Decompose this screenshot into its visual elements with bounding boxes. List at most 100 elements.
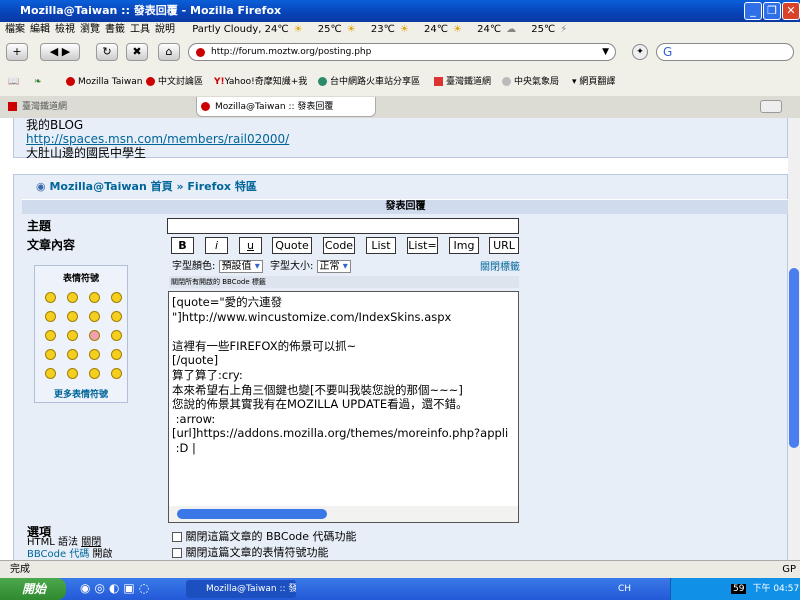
bookmark-item[interactable]: Mozilla Taiwan xyxy=(66,68,142,96)
close-button[interactable]: ✕ xyxy=(782,2,800,20)
stop-icon[interactable]: ✖ xyxy=(126,43,148,61)
reload-icon[interactable]: ↻ xyxy=(96,43,118,61)
horizontal-scrollbar[interactable] xyxy=(169,506,518,522)
smiley-icon[interactable] xyxy=(45,349,56,360)
smiley-icon[interactable] xyxy=(111,330,122,341)
smiley-icon[interactable] xyxy=(89,349,100,360)
code-button[interactable]: Code xyxy=(323,237,355,254)
smiley-icon[interactable] xyxy=(67,330,78,341)
smiley-icon[interactable] xyxy=(45,311,56,322)
status-extension[interactable]: GP xyxy=(782,561,796,578)
list-button[interactable]: List xyxy=(366,237,396,254)
post-text: 大肚山邊的國民中學生 xyxy=(26,146,147,160)
message-textarea[interactable]: [quote="愛的六連發 "]http://www.wincustomize.… xyxy=(168,291,519,523)
weather-today[interactable]: Partly Cloudy, 24℃ xyxy=(192,24,288,35)
smiley-icon[interactable] xyxy=(89,311,100,322)
checkbox[interactable] xyxy=(172,532,182,542)
checkbox[interactable] xyxy=(172,548,182,558)
smiley-icon[interactable] xyxy=(111,311,122,322)
quote-button[interactable]: Quote xyxy=(272,237,312,254)
menu-bookmarks[interactable]: 書籤 xyxy=(105,24,125,35)
ordered-list-button[interactable]: List= xyxy=(407,237,438,254)
language-indicator[interactable]: CH xyxy=(618,578,631,600)
subject-input[interactable] xyxy=(167,218,519,234)
sun-icon: ☀ xyxy=(293,24,303,35)
bookmark-item[interactable]: Y!Yahoo!奇摩知識+我 xyxy=(214,68,307,96)
blog-link[interactable]: http://spaces.msn.com/members/rail02000/ xyxy=(26,132,775,146)
weather-day[interactable]: 23℃ xyxy=(371,24,395,35)
taskbar-firefox-window[interactable]: Mozilla@Taiwan :: 發... xyxy=(186,580,296,598)
smiley-icon[interactable] xyxy=(45,292,56,303)
menu-tools[interactable]: 工具 xyxy=(130,24,150,35)
breadcrumb-section[interactable]: Firefox 特區 xyxy=(187,180,256,193)
smiley-icon[interactable] xyxy=(111,349,122,360)
smiley-icon[interactable] xyxy=(45,330,56,341)
previous-post: 我的BLOG http://spaces.msn.com/members/rai… xyxy=(13,118,788,160)
bookmark-item[interactable]: 臺灣鐵道網 xyxy=(434,68,491,96)
breadcrumb: ◉ Mozilla@Taiwan 首頁 » Firefox 特區 xyxy=(36,180,257,193)
scrollbar-thumb[interactable] xyxy=(177,509,327,519)
tray-badge[interactable]: 59 xyxy=(731,584,747,594)
back-forward-icon[interactable]: ◀ ▶ xyxy=(40,43,80,61)
menu-edit[interactable]: 編輯 xyxy=(30,24,50,35)
status-bar: 完成 GP xyxy=(0,560,800,578)
font-size-select[interactable]: 正常 ▾ xyxy=(316,260,351,273)
smiley-icon[interactable] xyxy=(67,311,78,322)
scrollbar-thumb[interactable] xyxy=(789,268,799,448)
smiley-icon[interactable] xyxy=(89,368,100,379)
bookmark-item[interactable]: 中央氣象局 xyxy=(502,68,559,96)
smiley-icon[interactable] xyxy=(111,292,122,303)
smiley-icon[interactable] xyxy=(89,330,100,341)
url-bar[interactable]: http://forum.moztw.org/posting.php ▼ xyxy=(188,43,616,61)
option-disable-bbcode[interactable]: 關閉這篇文章的 BBCode 代碼功能 xyxy=(172,528,357,544)
weather-day[interactable]: 24℃ xyxy=(477,24,501,35)
menu-view[interactable]: 檢視 xyxy=(55,24,75,35)
weather-day[interactable]: 25℃ xyxy=(531,24,555,35)
html-status: HTML 語法 關閉 xyxy=(27,537,102,548)
quick-launch-icons[interactable]: ◉◎◐▣◌ xyxy=(80,581,153,595)
home-icon[interactable]: ⌂ xyxy=(158,43,180,61)
sun-icon: ☀ xyxy=(346,24,356,35)
breadcrumb-home[interactable]: Mozilla@Taiwan 首頁 xyxy=(49,180,172,193)
clock: 下午 04:57 xyxy=(752,584,800,594)
search-input[interactable]: G xyxy=(656,43,794,61)
italic-button[interactable]: i xyxy=(205,237,228,254)
menu-bar: 檔案 編輯 檢視 瀏覽 書籤 工具 說明 Partly Cloudy, 24℃ ☀ 25℃ ☀ … xyxy=(0,22,800,38)
bookmark-item[interactable]: 中文討論區 xyxy=(146,68,203,96)
weather-day[interactable]: 24℃ xyxy=(424,24,448,35)
leaf-icon[interactable]: ❧ xyxy=(34,68,42,96)
maximize-button[interactable]: ❐ xyxy=(763,2,781,20)
smiley-icon[interactable] xyxy=(111,368,122,379)
img-button[interactable]: Img xyxy=(449,237,479,254)
search-engine-icon[interactable]: ✦ xyxy=(632,44,648,60)
new-tab-icon[interactable]: + xyxy=(6,43,28,61)
minimize-button[interactable]: _ xyxy=(744,2,762,20)
underline-button[interactable]: u xyxy=(239,237,262,254)
bold-button[interactable]: B xyxy=(171,237,194,254)
bookmarks-sidebar-icon[interactable]: 📖 xyxy=(8,68,19,96)
bookmark-item[interactable]: ▾ 網頁翻譯 xyxy=(572,68,615,96)
font-color-label: 字型顏色: xyxy=(172,261,216,272)
smiley-icon[interactable] xyxy=(67,368,78,379)
close-tags-link[interactable]: 關閉標籤 xyxy=(480,258,520,273)
body-label: 文章內容 xyxy=(27,238,76,252)
tab-railway[interactable]: 臺灣鐵道網 xyxy=(4,97,194,117)
smiley-icon[interactable] xyxy=(67,292,78,303)
menu-go[interactable]: 瀏覽 xyxy=(80,24,100,35)
weather-day[interactable]: 25℃ xyxy=(318,24,342,35)
font-color-select[interactable]: 預設值 ▾ xyxy=(218,260,263,273)
menu-help[interactable]: 說明 xyxy=(155,24,175,35)
smiley-icon[interactable] xyxy=(89,292,100,303)
url-button[interactable]: URL xyxy=(489,237,519,254)
tab-close-icon[interactable] xyxy=(760,100,782,113)
menu-file[interactable]: 檔案 xyxy=(5,24,25,35)
smiley-icon[interactable] xyxy=(45,368,56,379)
bookmark-item[interactable]: 台中網路火車站分享區 xyxy=(318,68,420,96)
start-button[interactable]: 開始 xyxy=(0,578,66,600)
smiley-icon[interactable] xyxy=(67,349,78,360)
tab-active[interactable]: Mozilla@Taiwan :: 發表回覆 xyxy=(196,97,376,117)
more-smilies-link[interactable]: 更多表情符號 xyxy=(35,387,127,400)
forum-icon: ◉ xyxy=(36,180,46,193)
chevron-down-icon[interactable]: ▼ xyxy=(602,44,609,60)
option-disable-smilies[interactable]: 關閉這篇文章的表情符號功能 xyxy=(172,544,329,560)
